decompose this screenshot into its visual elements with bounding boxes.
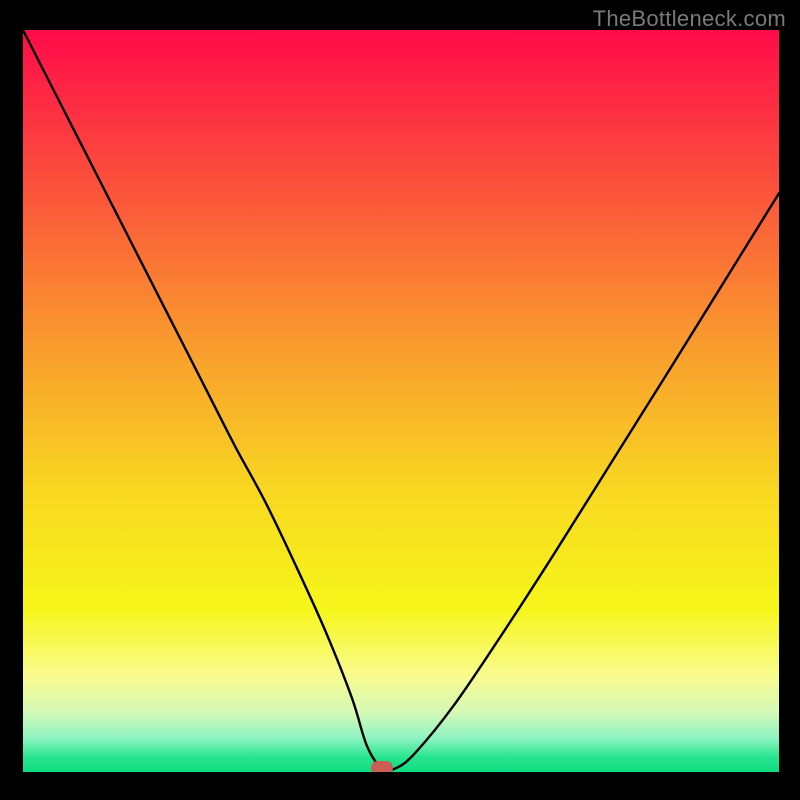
- optimal-point-marker: [371, 761, 393, 772]
- gradient-background: [23, 30, 779, 772]
- chart-svg: [23, 30, 779, 772]
- plot-area: [23, 30, 779, 772]
- chart-frame: TheBottleneck.com: [0, 0, 800, 800]
- watermark-text: TheBottleneck.com: [593, 6, 786, 32]
